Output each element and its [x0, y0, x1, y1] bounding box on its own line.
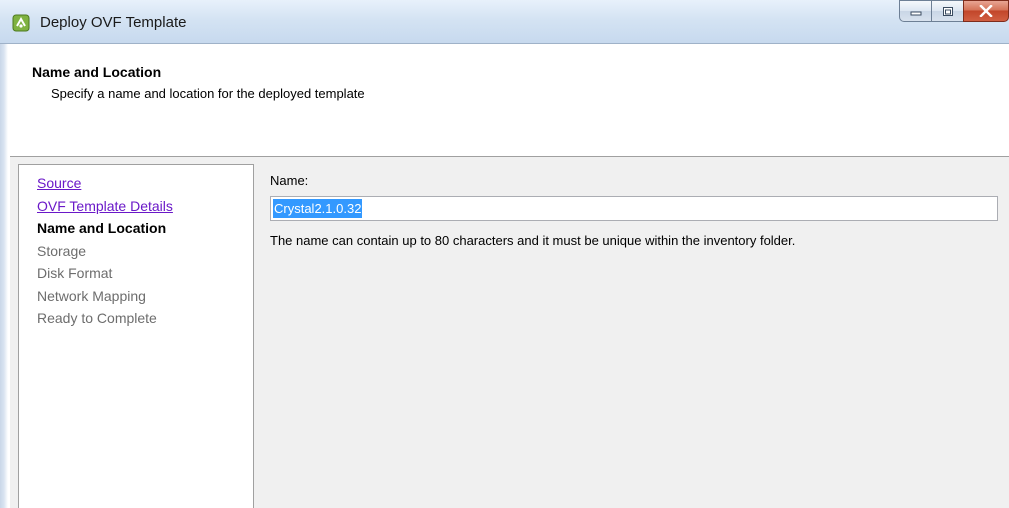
maximize-button[interactable] — [931, 0, 963, 22]
page-title: Name and Location — [32, 64, 162, 80]
close-button[interactable] — [963, 0, 1009, 22]
wizard-body: Source OVF Template Details Name and Loc… — [10, 157, 1009, 508]
wizard-header: Name and Location Specify a name and loc… — [10, 44, 1009, 157]
name-hint: The name can contain up to 80 characters… — [270, 233, 796, 248]
title-bar[interactable]: Deploy OVF Template — [0, 0, 1009, 44]
maximize-icon — [942, 6, 953, 16]
step-ready-to-complete: Ready to Complete — [37, 310, 157, 326]
name-input[interactable]: Crystal2.1.0.32 — [270, 196, 998, 221]
window-title: Deploy OVF Template — [40, 14, 187, 31]
minimize-button[interactable] — [899, 0, 931, 22]
step-source[interactable]: Source — [37, 172, 173, 195]
step-ovf-template-details[interactable]: OVF Template Details — [37, 195, 173, 218]
step-storage: Storage — [37, 242, 87, 259]
step-network-mapping: Network Mapping — [37, 287, 146, 304]
wizard-steps-list: Source OVF Template Details Name and Loc… — [37, 172, 173, 330]
name-label: Name: — [270, 173, 309, 188]
page-subtitle: Specify a name and location for the depl… — [51, 86, 365, 101]
vmware-vsphere-icon — [12, 14, 30, 32]
name-input-value: Crystal2.1.0.32 — [273, 199, 363, 218]
caption-buttons — [899, 0, 1009, 26]
wizard-steps-panel: Source OVF Template Details Name and Loc… — [18, 164, 254, 508]
step-name-and-location: Name and Location — [37, 220, 167, 236]
minimize-icon — [910, 11, 921, 16]
step-disk-format: Disk Format — [37, 265, 113, 281]
close-icon — [979, 5, 993, 17]
deploy-ovf-window: Deploy OVF Template Name and Location Sp… — [0, 0, 1009, 508]
